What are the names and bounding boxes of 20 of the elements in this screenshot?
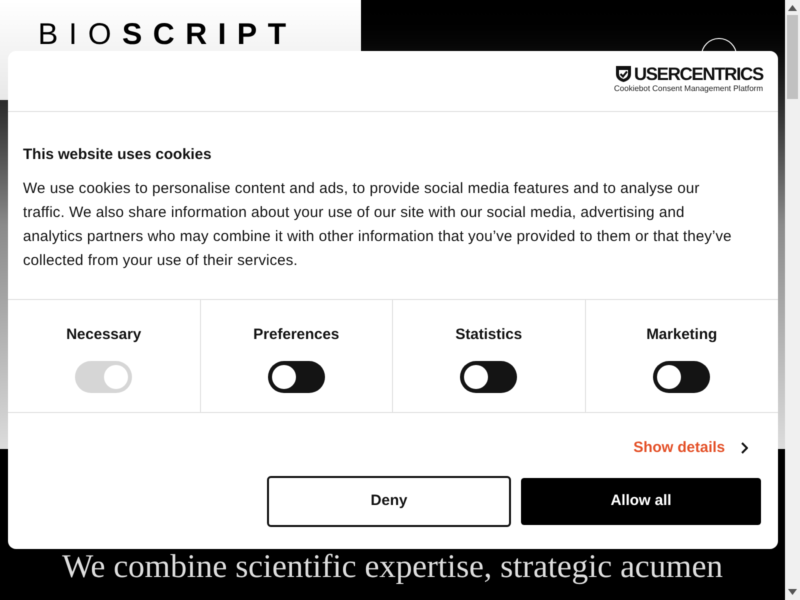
chevron-right-icon xyxy=(741,442,748,454)
shield-check-icon xyxy=(614,65,632,83)
scroll-down-icon[interactable] xyxy=(788,589,797,595)
scroll-thumb[interactable] xyxy=(787,15,798,99)
category-label: Necessary xyxy=(66,325,142,345)
allow-all-button[interactable]: Allow all xyxy=(521,478,761,524)
show-details-link[interactable]: Show details xyxy=(633,437,748,460)
toggle-switch[interactable] xyxy=(268,360,325,392)
category-label: Statistics xyxy=(455,325,522,345)
headline: We combine scientific expertise, strategic acumen xyxy=(62,548,723,587)
toggle-switch[interactable] xyxy=(460,360,518,392)
deny-button[interactable]: Deny xyxy=(267,476,511,526)
scrollbar[interactable] xyxy=(785,0,800,600)
category-label: Preferences xyxy=(253,325,340,345)
toggle-switch[interactable] xyxy=(653,360,710,392)
scroll-up-icon[interactable] xyxy=(788,5,797,11)
dialog-text: We use cookies to personalise content and ads, to provide social media features and to analyse our traffic. We also share information about your use of our site with our social media, advertising and analytics partners who may combine it with other information that you’ve provided to them or that they’ve collected from your use of their services. xyxy=(23,178,733,270)
category-label: Marketing xyxy=(646,325,718,345)
usercentrics-logo: USERCENTRICS Cookiebot Consent Management Platform xyxy=(614,65,763,93)
dialog-title: This website uses cookies xyxy=(23,145,212,165)
